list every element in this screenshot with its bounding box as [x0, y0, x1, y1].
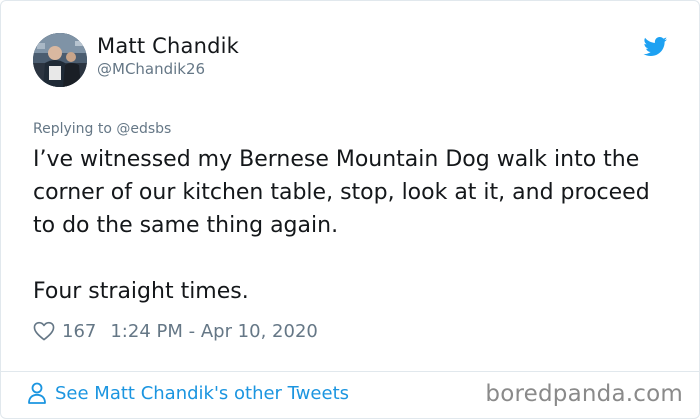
tweet-paragraph: I’ve witnessed my Bernese Mountain Dog w… [33, 147, 650, 238]
author-display-name[interactable]: Matt Chandik [97, 34, 239, 58]
see-other-tweets-label: See Matt Chandik's other Tweets [55, 382, 350, 404]
tweet-card: Matt Chandik @MChandik26 Replying to @ed… [0, 0, 700, 419]
heart-icon[interactable] [33, 321, 55, 341]
twitter-bird-icon[interactable] [643, 37, 668, 57]
site-watermark: boredpanda.com [485, 381, 683, 407]
author-handle[interactable]: @MChandik26 [97, 60, 205, 78]
like-count[interactable]: 167 [62, 321, 96, 342]
avatar-photo [33, 33, 87, 87]
author-avatar[interactable] [33, 33, 87, 87]
tweet-body: I’ve witnessed my Bernese Mountain Dog w… [33, 143, 673, 308]
tweet-timestamp[interactable]: 1:24 PM - Apr 10, 2020 [110, 321, 317, 342]
tweet-meta: 167 1:24 PM - Apr 10, 2020 [33, 319, 318, 343]
footer-divider [1, 371, 699, 372]
see-other-tweets-link[interactable]: See Matt Chandik's other Tweets [27, 382, 349, 404]
tweet-paragraph: Four straight times. [33, 279, 249, 304]
reply-context[interactable]: Replying to @edsbs [33, 121, 171, 137]
person-icon [28, 382, 46, 404]
